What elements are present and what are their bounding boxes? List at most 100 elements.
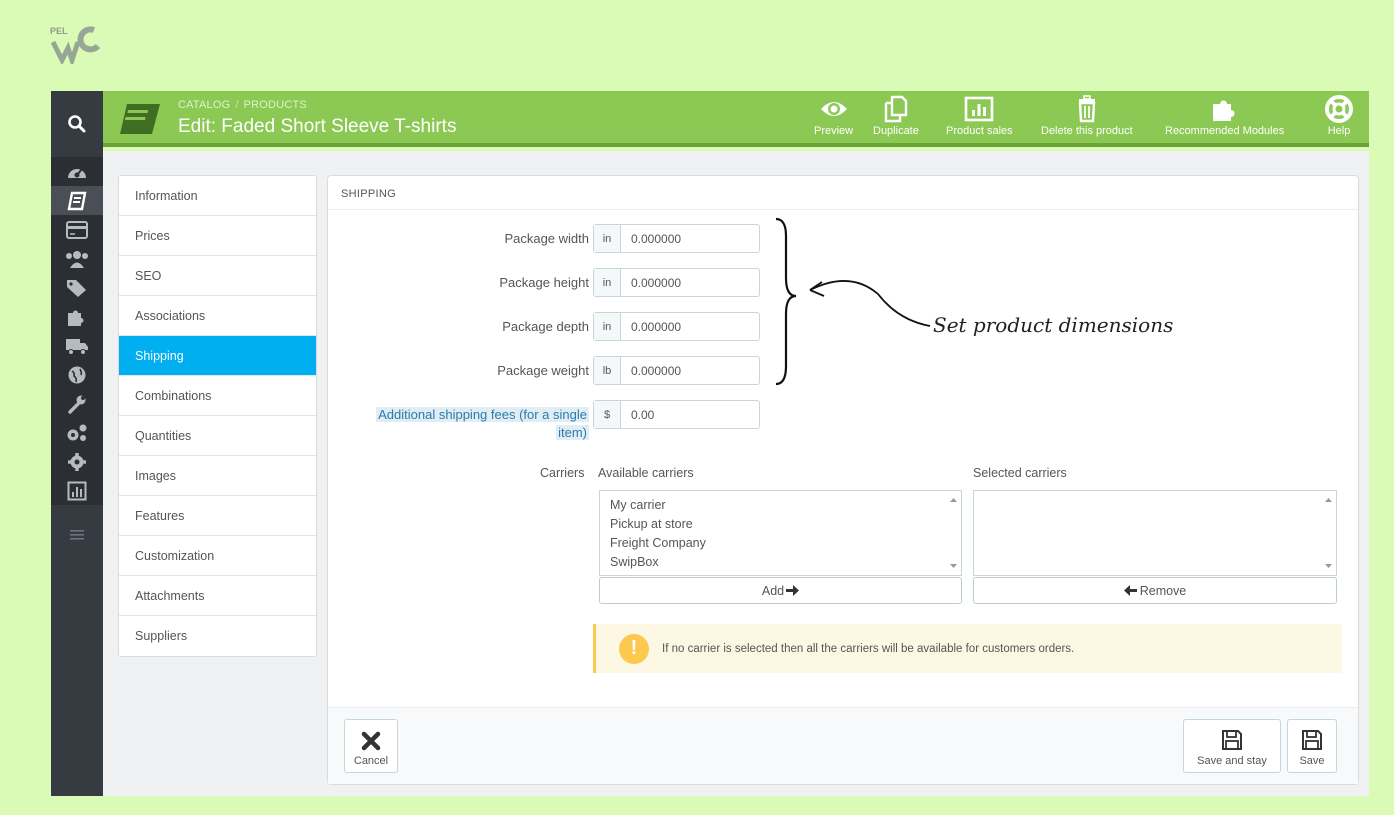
delete-product-label: Delete this product	[1041, 125, 1133, 137]
menu-collapse-toggle[interactable]	[51, 505, 103, 565]
tab-images[interactable]: Images	[119, 456, 316, 496]
admin-sidebar	[51, 91, 103, 796]
tab-associations[interactable]: Associations	[119, 296, 316, 336]
selected-carriers-list[interactable]	[973, 490, 1337, 576]
sidebar-nav	[51, 157, 103, 505]
puzzle-icon	[1212, 100, 1235, 121]
breadcrumb-catalog[interactable]: CATALOG	[178, 99, 230, 111]
tab-seo[interactable]: SEO	[119, 256, 316, 296]
additional-fees-label[interactable]: Additional shipping fees (for a single it…	[329, 406, 589, 442]
help-button[interactable]: Help	[1323, 95, 1355, 141]
carrier-warning-alert: ! If no carrier is selected then all the…	[593, 624, 1342, 673]
product-tabs: Information Prices SEO Associations Ship…	[118, 175, 317, 657]
arrow-right-icon	[786, 585, 800, 596]
product-sales-button[interactable]: Product sales	[946, 95, 1013, 141]
sidebar-item-shipping[interactable]	[51, 331, 103, 360]
add-carrier-button[interactable]: Add	[599, 577, 962, 604]
dashboard-icon	[68, 167, 86, 178]
lifebuoy-icon	[1325, 95, 1353, 123]
sidebar-item-catalog[interactable]	[51, 186, 103, 215]
unit-addon: in	[594, 269, 621, 296]
carrier-option[interactable]: My carrier	[600, 496, 961, 515]
package-height-input[interactable]: in 0.000000	[593, 268, 760, 297]
tab-features[interactable]: Features	[119, 496, 316, 536]
sidebar-item-dashboard[interactable]	[51, 157, 103, 186]
breadcrumb: CATALOG / PRODUCTS	[178, 99, 307, 111]
package-depth-value[interactable]: 0.000000	[621, 313, 681, 340]
recommended-modules-button[interactable]: Recommended Modules	[1165, 95, 1284, 141]
copy-icon	[884, 95, 908, 123]
sidebar-item-modules[interactable]	[51, 302, 103, 331]
floppy-icon	[1302, 730, 1322, 750]
panel-heading: SHIPPING	[328, 176, 1358, 210]
book-icon	[120, 104, 160, 134]
package-height-value[interactable]: 0.000000	[621, 269, 681, 296]
gear-icon	[68, 452, 86, 471]
tab-combinations[interactable]: Combinations	[119, 376, 316, 416]
scrollbar[interactable]	[946, 491, 961, 575]
chart-icon	[965, 96, 994, 122]
breadcrumb-products[interactable]: PRODUCTS	[244, 99, 307, 111]
remove-carrier-button[interactable]: Remove	[973, 577, 1337, 604]
panel-footer: Cancel Save and stay Save	[328, 707, 1358, 784]
carrier-option[interactable]: Pickup at store	[600, 515, 961, 534]
carrier-option[interactable]: SwipBox	[600, 553, 961, 572]
unit-addon: lb	[594, 357, 621, 384]
package-depth-input[interactable]: in 0.000000	[593, 312, 760, 341]
package-width-input[interactable]: in 0.000000	[593, 224, 760, 253]
package-weight-value[interactable]: 0.000000	[621, 357, 681, 384]
search-button[interactable]	[51, 91, 103, 157]
additional-fees-value[interactable]: 0.00	[621, 401, 654, 428]
cogs-icon	[67, 424, 87, 441]
tab-quantities[interactable]: Quantities	[119, 416, 316, 456]
wrench-icon	[68, 395, 86, 414]
floppy-icon	[1222, 730, 1242, 750]
sidebar-item-customers[interactable]	[51, 244, 103, 273]
tab-shipping[interactable]: Shipping	[119, 336, 316, 376]
tab-customization[interactable]: Customization	[119, 536, 316, 576]
sidebar-item-orders[interactable]	[51, 215, 103, 244]
delete-product-button[interactable]: Delete this product	[1041, 95, 1133, 141]
product-sales-label: Product sales	[946, 125, 1013, 137]
sidebar-item-price-rules[interactable]	[51, 273, 103, 302]
save-button[interactable]: Save	[1287, 719, 1337, 773]
preview-button[interactable]: Preview	[814, 95, 853, 141]
tab-suppliers[interactable]: Suppliers	[119, 616, 316, 656]
prestashop-logo: PEL	[50, 26, 101, 64]
tab-information[interactable]: Information	[119, 176, 316, 216]
additional-fees-input[interactable]: $ 0.00	[593, 400, 760, 429]
annotation-text: Set product dimensions	[933, 313, 1174, 337]
package-width-value[interactable]: 0.000000	[621, 225, 681, 252]
package-width-label: Package width	[504, 231, 589, 246]
help-label: Help	[1327, 125, 1351, 137]
tab-prices[interactable]: Prices	[119, 216, 316, 256]
alert-text: If no carrier is selected then all the c…	[662, 642, 1075, 655]
globe-icon	[68, 366, 86, 383]
package-weight-input[interactable]: lb 0.000000	[593, 356, 760, 385]
truck-icon	[66, 338, 88, 355]
carrier-option[interactable]: Freight Company	[600, 534, 961, 553]
package-depth-label: Package depth	[502, 319, 589, 334]
preview-label: Preview	[814, 125, 854, 137]
credit-card-icon	[66, 220, 88, 239]
save-and-stay-button[interactable]: Save and stay	[1183, 719, 1281, 773]
book-icon	[67, 191, 87, 210]
users-icon	[66, 250, 88, 268]
sidebar-item-localization[interactable]	[51, 360, 103, 389]
sidebar-item-advanced-parameters[interactable]	[51, 418, 103, 447]
eye-icon	[820, 102, 847, 116]
scrollbar[interactable]	[1321, 491, 1336, 575]
tab-attachments[interactable]: Attachments	[119, 576, 316, 616]
close-icon	[361, 731, 381, 751]
duplicate-button[interactable]: Duplicate	[873, 95, 919, 141]
currency-addon: $	[594, 401, 621, 428]
sidebar-item-stats[interactable]	[51, 476, 103, 505]
cancel-button[interactable]: Cancel	[344, 719, 398, 773]
sidebar-item-administration[interactable]	[51, 447, 103, 476]
puzzle-icon	[68, 310, 84, 326]
sidebar-item-preferences[interactable]	[51, 389, 103, 418]
unit-addon: in	[594, 225, 621, 252]
available-carriers-list[interactable]: My carrier Pickup at store Freight Compa…	[599, 490, 962, 576]
duplicate-label: Duplicate	[873, 125, 919, 137]
trash-icon	[1078, 95, 1096, 123]
